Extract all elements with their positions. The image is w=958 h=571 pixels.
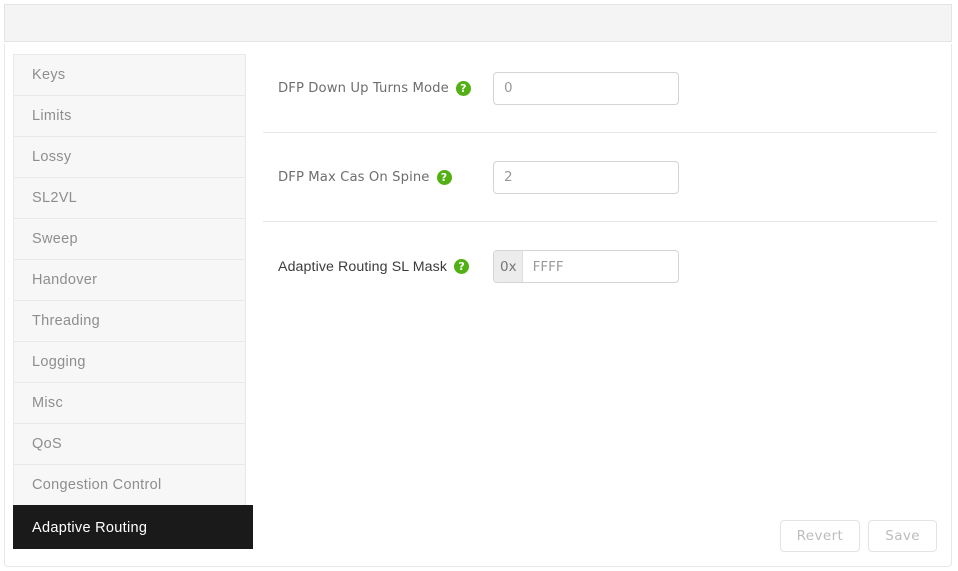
sidebar-item-limits[interactable]: Limits (13, 95, 246, 136)
sidebar-item-lossy[interactable]: Lossy (13, 136, 246, 177)
hex-prefix-addon: 0x (494, 251, 523, 282)
form-row-dfp-down-up-turns-mode: DFP Down Up Turns Mode ? (263, 44, 937, 133)
sidebar-item-threading[interactable]: Threading (13, 300, 246, 341)
form-row-adaptive-routing-sl-mask: Adaptive Routing SL Mask ? 0x (263, 222, 937, 311)
label-dfp-down-up-turns-mode: DFP Down Up Turns Mode ? (263, 80, 485, 96)
settings-sidebar: Keys Limits Lossy SL2VL Sweep Handover T… (13, 54, 253, 549)
sidebar-item-qos[interactable]: QoS (13, 423, 246, 464)
field-label-text: DFP Max Cas On Spine (278, 169, 430, 185)
sidebar-item-keys[interactable]: Keys (13, 54, 246, 95)
sidebar-item-congestion-control[interactable]: Congestion Control (13, 464, 246, 505)
sidebar-item-sweep[interactable]: Sweep (13, 218, 246, 259)
input-wrapper-adaptive-routing-sl-mask: 0x (493, 250, 679, 283)
question-mark-icon[interactable]: ? (455, 80, 471, 96)
field-label-text: Adaptive Routing SL Mask (278, 258, 448, 275)
input-wrapper-dfp-down-up-turns-mode (493, 71, 679, 105)
input-wrapper-dfp-max-cas-on-spine (493, 160, 679, 194)
input-dfp-max-cas-on-spine[interactable] (494, 161, 678, 193)
top-toolbar (4, 4, 952, 42)
revert-button[interactable]: Revert (779, 520, 861, 552)
input-dfp-down-up-turns-mode[interactable] (494, 72, 678, 104)
question-mark-icon[interactable]: ? (454, 259, 470, 274)
form-actions: Revert Save (779, 520, 937, 552)
field-label-text: DFP Down Up Turns Mode (278, 80, 449, 96)
sidebar-item-adaptive-routing[interactable]: Adaptive Routing (13, 505, 253, 549)
question-mark-icon[interactable]: ? (436, 169, 452, 185)
sidebar-item-misc[interactable]: Misc (13, 382, 246, 423)
settings-card: Keys Limits Lossy SL2VL Sweep Handover T… (4, 44, 952, 567)
label-adaptive-routing-sl-mask: Adaptive Routing SL Mask ? (263, 259, 485, 275)
input-adaptive-routing-sl-mask[interactable] (522, 251, 678, 282)
form-row-dfp-max-cas-on-spine: DFP Max Cas On Spine ? (263, 133, 937, 222)
sidebar-item-handover[interactable]: Handover (13, 259, 246, 300)
save-button[interactable]: Save (868, 520, 937, 552)
sidebar-item-sl2vl[interactable]: SL2VL (13, 177, 246, 218)
sidebar-item-logging[interactable]: Logging (13, 341, 246, 382)
label-dfp-max-cas-on-spine: DFP Max Cas On Spine ? (263, 169, 485, 185)
settings-form: DFP Down Up Turns Mode ? DFP Max Cas On … (263, 44, 937, 567)
